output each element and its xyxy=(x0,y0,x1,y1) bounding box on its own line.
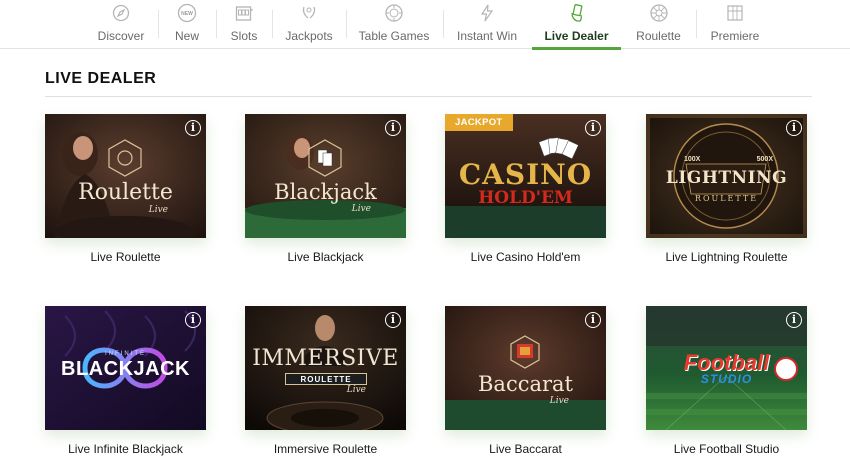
game-title[interactable]: Live Infinite Blackjack xyxy=(45,442,206,456)
roulette-artwork xyxy=(45,114,206,238)
game-thumbnail[interactable]: INFINITE BLACKJACK i xyxy=(45,306,206,430)
game-tile-live-infinite-blackjack[interactable]: INFINITE BLACKJACK i Live Infinite Black… xyxy=(45,306,206,456)
game-logo: CASINO xyxy=(458,158,593,191)
nav-divider xyxy=(346,10,347,38)
game-logo-sub: Live xyxy=(346,385,366,395)
info-icon[interactable]: i xyxy=(786,312,802,328)
game-thumbnail[interactable]: Baccarat Live i xyxy=(445,306,606,430)
nav-divider xyxy=(696,10,697,38)
info-icon[interactable]: i xyxy=(585,120,601,136)
game-logo: BLACKJACK xyxy=(61,358,190,380)
nav-roulette[interactable]: Roulette xyxy=(636,0,681,49)
game-thumbnail[interactable]: 100X 500X LIGHTNING ROULETTE i xyxy=(646,114,807,238)
info-icon[interactable]: i xyxy=(385,312,401,328)
game-logo-secondary: HOLD'EM xyxy=(478,188,573,208)
new-badge-icon: NEW xyxy=(177,3,197,23)
nav-live-dealer[interactable]: Live Dealer xyxy=(532,0,621,50)
chip-icon xyxy=(384,3,404,23)
nav-jackpots[interactable]: Jackpots xyxy=(285,0,333,49)
nav-label: New xyxy=(174,29,199,43)
baccarat-artwork xyxy=(445,306,606,430)
section-title: LIVE DEALER xyxy=(45,70,157,87)
nav-label: Premiere xyxy=(710,29,760,43)
nav-slots[interactable]: Slots xyxy=(230,0,258,49)
premiere-icon xyxy=(725,3,745,23)
game-tile-live-casino-holdem[interactable]: CASINO HOLD'EM JACKPOT i Live Casino Hol… xyxy=(445,114,606,264)
nav-instant-win[interactable]: Instant Win xyxy=(456,0,518,49)
game-thumbnail[interactable]: Blackjack Live i xyxy=(245,114,406,238)
jackpot-badge: JACKPOT xyxy=(445,114,513,131)
nav-divider xyxy=(216,10,217,38)
game-logo-secondary: ROULETTE xyxy=(694,194,759,203)
nav-premiere[interactable]: Premiere xyxy=(710,0,760,49)
game-thumbnail[interactable]: IMMERSIVE ROULETTE Live i xyxy=(245,306,406,430)
game-title[interactable]: Live Roulette xyxy=(45,250,206,264)
lightning-icon xyxy=(477,3,497,23)
game-logo: LIGHTNING xyxy=(665,168,788,188)
game-logo: Baccarat xyxy=(478,372,573,396)
game-logo-sub: Live xyxy=(148,205,168,215)
nav-label: Table Games xyxy=(358,29,430,43)
game-thumbnail[interactable]: CASINO HOLD'EM JACKPOT i xyxy=(445,114,606,238)
nav-divider xyxy=(443,10,444,38)
game-title[interactable]: Live Casino Hold'em xyxy=(445,250,606,264)
nav-divider xyxy=(158,10,159,38)
game-title[interactable]: Immersive Roulette xyxy=(245,442,406,456)
game-tile-immersive-roulette[interactable]: IMMERSIVE ROULETTE Live i Immersive Roul… xyxy=(245,306,406,456)
nav-label: Roulette xyxy=(636,29,681,43)
game-thumbnail[interactable]: Roulette Live i xyxy=(45,114,206,238)
nav-label: Jackpots xyxy=(285,29,333,43)
game-tile-live-roulette[interactable]: Roulette Live i Live Roulette xyxy=(45,114,206,264)
game-thumbnail[interactable]: Football STUDIO i xyxy=(646,306,807,430)
game-logo: IMMERSIVE xyxy=(252,346,399,371)
nav-label: Slots xyxy=(230,29,258,43)
game-logo: Roulette xyxy=(78,180,173,205)
roulette-strip: ROULETTE xyxy=(285,373,367,385)
nav-label: Instant Win xyxy=(456,29,518,43)
game-logo-secondary: ROULETTE xyxy=(300,374,352,384)
game-logo-pre: INFINITE xyxy=(105,351,146,357)
nav-new[interactable]: NEW New xyxy=(172,0,202,49)
info-icon[interactable]: i xyxy=(585,312,601,328)
game-logo-sub: Live xyxy=(351,204,371,214)
game-tile-live-football-studio[interactable]: Football STUDIO i Live Football Studio xyxy=(646,306,807,456)
game-tile-live-lightning-roulette[interactable]: 100X 500X LIGHTNING ROULETTE i Live Ligh… xyxy=(646,114,807,264)
info-icon[interactable]: i xyxy=(185,312,201,328)
game-logo: Blackjack xyxy=(274,180,377,204)
category-nav: Discover NEW New Slots Jackpots Table Ga… xyxy=(0,0,850,50)
dealer-hand-icon xyxy=(567,3,587,23)
section-divider xyxy=(45,96,812,97)
game-title[interactable]: Live Baccarat xyxy=(445,442,606,456)
game-title[interactable]: Live Blackjack xyxy=(245,250,406,264)
game-tile-live-baccarat[interactable]: Baccarat Live i Live Baccarat xyxy=(445,306,606,456)
game-title[interactable]: Live Lightning Roulette xyxy=(646,250,807,264)
game-title[interactable]: Live Football Studio xyxy=(646,442,807,456)
info-icon[interactable]: i xyxy=(786,120,802,136)
nav-discover[interactable]: Discover xyxy=(98,0,144,49)
nav-label: Live Dealer xyxy=(544,29,609,43)
laurel-icon xyxy=(299,3,319,23)
info-icon[interactable]: i xyxy=(185,120,201,136)
game-logo-sub: Live xyxy=(549,396,569,406)
nav-divider xyxy=(272,10,273,38)
new-badge-text: NEW xyxy=(181,11,193,17)
info-icon[interactable]: i xyxy=(385,120,401,136)
game-logo-secondary: STUDIO xyxy=(700,372,753,386)
multiplier-right: 500X xyxy=(756,156,773,163)
blackjack-artwork xyxy=(245,114,406,238)
nav-table-games[interactable]: Table Games xyxy=(359,0,429,49)
game-tile-live-blackjack[interactable]: Blackjack Live i Live Blackjack xyxy=(245,114,406,264)
compass-icon xyxy=(111,3,131,23)
nav-label: Discover xyxy=(97,29,145,43)
roulette-wheel-icon xyxy=(649,3,669,23)
slot-machine-icon xyxy=(234,3,254,23)
multiplier-left: 100X xyxy=(684,156,701,163)
